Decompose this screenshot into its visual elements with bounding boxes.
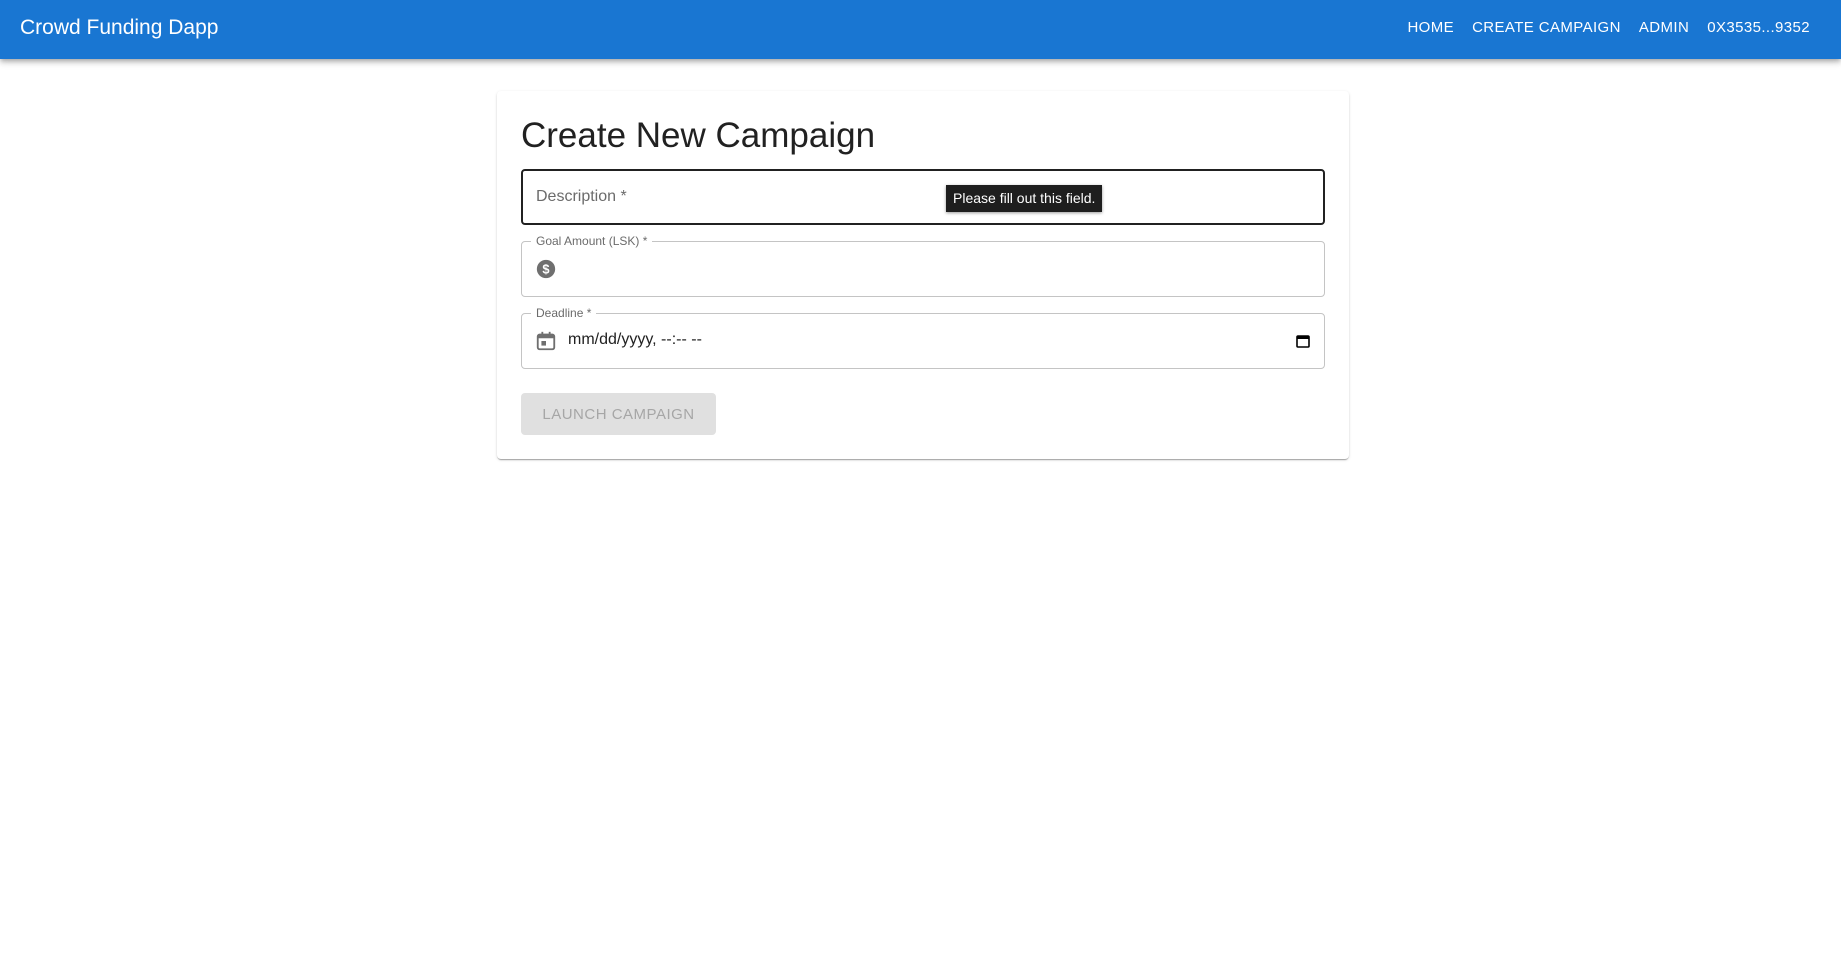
nav-admin-button[interactable]: ADMIN xyxy=(1630,13,1698,42)
app-bar: Crowd Funding Dapp HOME CREATE CAMPAIGN … xyxy=(0,0,1841,59)
page-title: Create New Campaign xyxy=(521,116,876,155)
description-field[interactable]: Description * xyxy=(521,169,1325,225)
calendar-icon xyxy=(536,331,556,351)
svg-text:$: $ xyxy=(542,262,549,277)
launch-campaign-button[interactable]: LAUNCH CAMPAIGN xyxy=(521,393,716,435)
goal-amount-label: Goal Amount (LSK) * xyxy=(531,233,653,249)
dollar-icon: $ xyxy=(536,259,556,279)
description-label: Description * xyxy=(536,188,627,205)
goal-amount-field[interactable]: Goal Amount (LSK) * $ xyxy=(521,233,1325,297)
deadline-value: mm/dd/yyyy, --:-- -- xyxy=(568,331,702,348)
deadline-field[interactable]: Deadline * mm/dd/yyyy, --:-- -- xyxy=(521,305,1325,369)
nav-home-button[interactable]: HOME xyxy=(1398,13,1463,42)
date-picker-icon[interactable] xyxy=(1295,333,1311,349)
wallet-address-button[interactable]: 0X3535...9352 xyxy=(1698,13,1819,42)
top-nav: HOME CREATE CAMPAIGN ADMIN 0X3535...9352 xyxy=(1398,0,1819,54)
validation-tooltip: Please fill out this field. xyxy=(946,185,1103,212)
deadline-label: Deadline * xyxy=(531,305,597,321)
nav-create-campaign-button[interactable]: CREATE CAMPAIGN xyxy=(1463,13,1630,42)
create-campaign-card: Create New Campaign Description * Goal A… xyxy=(497,91,1349,459)
app-title[interactable]: Crowd Funding Dapp xyxy=(20,15,218,40)
